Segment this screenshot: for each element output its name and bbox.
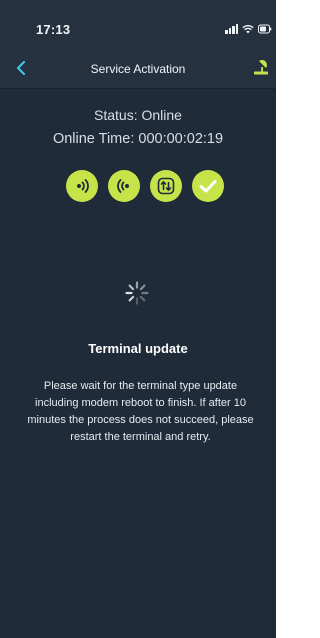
update-message: Please wait for the terminal type update… bbox=[0, 378, 276, 446]
online-time: Online Time: 000:00:02:19 bbox=[52, 131, 224, 147]
system-icons bbox=[225, 22, 272, 34]
wifi-icon bbox=[242, 24, 254, 34]
clock: 17:13 bbox=[36, 22, 71, 37]
step-signal-out bbox=[66, 170, 98, 202]
screen: 17:13 Service Activation Status: Online … bbox=[0, 0, 276, 638]
step-complete bbox=[192, 170, 224, 202]
connection-status: Status: Online bbox=[94, 107, 182, 123]
update-message-line: minutes the process does not succeed, pl… bbox=[27, 414, 254, 426]
satellite-dish-icon bbox=[254, 60, 268, 75]
transfer-icon bbox=[157, 177, 175, 195]
step-signal-in bbox=[108, 170, 140, 202]
update-message-line: including modem reboot to finish. If aft… bbox=[35, 397, 246, 409]
terminal-button[interactable] bbox=[250, 56, 272, 78]
update-title: Terminal update bbox=[88, 341, 188, 356]
cellular-signal-icon bbox=[225, 24, 238, 34]
update-message-line: restart the terminal and retry. bbox=[70, 431, 211, 443]
page-title: Service Activation bbox=[90, 62, 186, 76]
update-message-line: Please wait for the terminal type update bbox=[43, 380, 238, 392]
checkmark-icon bbox=[199, 180, 217, 193]
battery-icon bbox=[258, 24, 272, 34]
step-transfer bbox=[150, 170, 182, 202]
signal-in-icon bbox=[117, 179, 129, 193]
loading-spinner-icon bbox=[124, 280, 150, 306]
status-bar: 17:13 bbox=[0, 0, 276, 50]
activation-steps bbox=[66, 170, 224, 202]
navigation-bar: Service Activation bbox=[0, 50, 276, 89]
signal-out-icon bbox=[77, 179, 89, 193]
